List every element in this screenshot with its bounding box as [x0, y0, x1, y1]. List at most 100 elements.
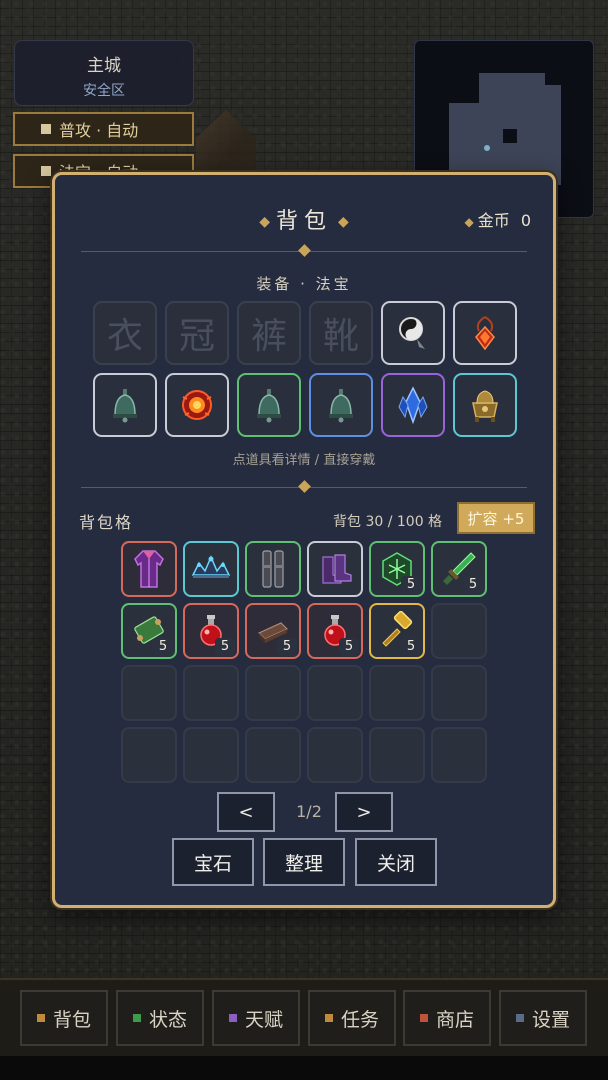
equip-slot-charm[interactable] — [381, 301, 445, 365]
slot-placeholder: 靴 — [322, 316, 359, 357]
gold-label: 金币 — [477, 211, 510, 230]
bag-cell[interactable] — [121, 541, 177, 597]
item-quantity: 5 — [401, 638, 421, 656]
bag-cell-empty[interactable] — [245, 727, 301, 783]
slot-placeholder: 裤 — [250, 316, 287, 357]
equip-slot-pendant[interactable] — [453, 301, 517, 365]
panel-title-text: 背包 — [275, 209, 332, 234]
bag-cell-empty[interactable] — [245, 665, 301, 721]
nav-label: 状态 — [148, 1008, 187, 1031]
equip-slot-artifact-1[interactable] — [93, 373, 157, 437]
bag-cell[interactable]: 5 — [431, 541, 487, 597]
minimap-room — [479, 73, 545, 113]
square-icon — [41, 166, 51, 176]
bag-cell-empty[interactable] — [431, 727, 487, 783]
treasure-cauldron-icon — [472, 390, 498, 422]
bag-cell-empty[interactable] — [431, 603, 487, 659]
nav-talent-button[interactable]: 天赋 — [212, 990, 300, 1046]
gold-counter: ◆ 金币 0 — [464, 207, 531, 231]
next-page-button[interactable]: > — [335, 792, 393, 832]
divider — [81, 480, 527, 493]
nav-label: 商店 — [435, 1008, 474, 1031]
bag-cell-empty[interactable] — [369, 727, 425, 783]
bag-cell-empty[interactable] — [183, 727, 239, 783]
gold-value: 0 — [520, 211, 531, 230]
red-pendant-icon — [475, 316, 495, 351]
bag-cell[interactable]: 5 — [369, 603, 425, 659]
bag-cell-empty[interactable] — [369, 665, 425, 721]
nav-label: 任务 — [340, 1008, 379, 1031]
equip-slot-boots[interactable]: 靴 — [309, 301, 373, 365]
nav-quest-button[interactable]: 任务 — [308, 990, 396, 1046]
bag-cell-empty[interactable] — [307, 727, 363, 783]
nav-status-button[interactable]: 状态 — [116, 990, 204, 1046]
bag-cell-empty[interactable] — [307, 665, 363, 721]
close-button[interactable]: 关闭 — [355, 838, 437, 886]
item-quantity: 5 — [463, 576, 483, 594]
equip-slot-artifact-6[interactable] — [453, 373, 517, 437]
minimap-wall — [503, 129, 517, 143]
bell-icon — [257, 389, 281, 423]
gems-button[interactable]: 宝石 — [172, 838, 254, 886]
bag-cell[interactable]: 5 — [183, 603, 239, 659]
equip-slot-pants[interactable]: 裤 — [237, 301, 301, 365]
attack-mode-toggle[interactable]: 普攻 · 自动 — [13, 112, 194, 146]
equip-slot-artifact-3[interactable] — [237, 373, 301, 437]
bag-cell[interactable] — [307, 541, 363, 597]
bag-cell[interactable]: 5 — [369, 541, 425, 597]
bag-section-title: 背包格 — [79, 513, 134, 532]
equip-slot-crown[interactable]: 冠 — [165, 301, 229, 365]
slot-placeholder: 冠 — [178, 316, 215, 357]
house-structure — [196, 110, 256, 180]
equip-slot-artifact-2[interactable] — [165, 373, 229, 437]
diamond-icon: ◆ — [464, 215, 474, 229]
diamond-icon: ◆ — [338, 214, 349, 230]
equip-slot-artifact-5[interactable] — [381, 373, 445, 437]
bag-cell[interactable] — [245, 541, 301, 597]
nav-label: 天赋 — [244, 1008, 283, 1031]
minimap-room — [545, 85, 561, 185]
bag-cell-empty[interactable] — [121, 727, 177, 783]
zone-name: 主城 — [87, 56, 121, 76]
leg-armor-icon — [262, 550, 284, 588]
equip-section-title: 装备 · 法宝 — [256, 275, 352, 293]
square-icon — [36, 1014, 45, 1022]
bag-cell[interactable]: 5 — [307, 603, 363, 659]
bag-cell-empty[interactable] — [183, 665, 239, 721]
bag-cell-empty[interactable] — [431, 665, 487, 721]
prev-page-button[interactable]: < — [217, 792, 275, 832]
square-icon — [419, 1014, 428, 1022]
sort-button[interactable]: 整理 — [263, 838, 345, 886]
item-quantity: 5 — [401, 576, 421, 594]
equip-slot-artifact-4[interactable] — [309, 373, 373, 437]
zone-safety-label: 安全区 — [83, 83, 125, 99]
expand-bag-button[interactable]: 扩容 +5 — [457, 502, 535, 534]
bag-cell-empty[interactable] — [121, 665, 177, 721]
inventory-panel: ◆ 背包 ◆ ◆ 金币 0 装备 · 法宝 衣 冠 裤 靴 点道具看详情 / 直… — [52, 172, 556, 908]
square-icon — [228, 1014, 237, 1022]
fire-orb-icon — [182, 390, 212, 420]
diamond-icon: ◆ — [259, 214, 270, 230]
page-indicator: 1/2 — [296, 802, 322, 821]
zone-indicator: 主城 安全区 — [14, 40, 194, 106]
divider — [81, 244, 527, 257]
square-icon — [132, 1014, 141, 1022]
slot-placeholder: 衣 — [106, 316, 143, 357]
bag-cell[interactable]: 5 — [121, 603, 177, 659]
item-quantity: 5 — [215, 638, 235, 656]
square-icon — [515, 1014, 524, 1022]
screen-footer — [0, 1056, 608, 1080]
nav-bag-button[interactable]: 背包 — [20, 990, 108, 1046]
nav-settings-button[interactable]: 设置 — [499, 990, 587, 1046]
item-quantity: 5 — [153, 638, 173, 656]
square-icon — [324, 1014, 333, 1022]
yin-yang-charm-icon — [399, 317, 425, 349]
bag-cell[interactable] — [183, 541, 239, 597]
crown-icon — [191, 555, 231, 578]
nav-shop-button[interactable]: 商店 — [403, 990, 491, 1046]
bag-cell[interactable]: 5 — [245, 603, 301, 659]
bottom-nav: 背包 状态 天赋 任务 商店 设置 — [0, 978, 608, 1056]
attack-mode-label: 普攻 · 自动 — [59, 121, 139, 140]
equip-slot-clothes[interactable]: 衣 — [93, 301, 157, 365]
nav-label: 背包 — [52, 1008, 91, 1031]
